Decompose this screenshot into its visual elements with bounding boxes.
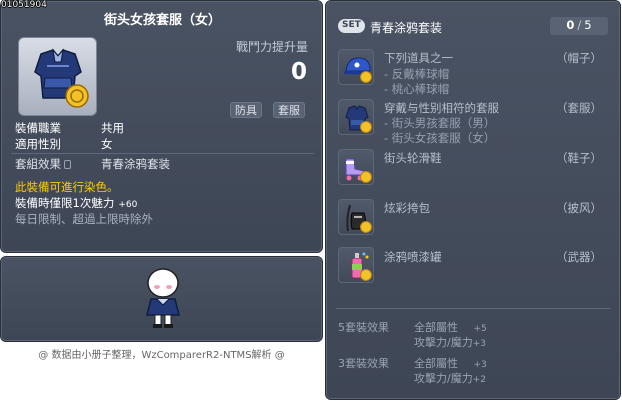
set-bonus-line: 全部屬性 +5: [414, 319, 487, 335]
lock-icon: [64, 160, 71, 169]
bonus-stat-value: +5: [473, 324, 487, 334]
set-slot-weapon: [338, 247, 374, 283]
set-count-total: 5: [584, 18, 592, 32]
job-row: 裝備職業 共用: [15, 120, 124, 136]
set-count: 0/5: [550, 17, 608, 35]
job-key: 裝備職業: [15, 121, 61, 135]
set-slot-suit: [338, 99, 374, 135]
gender-key: 適用性別: [15, 137, 61, 151]
footer-credit: @ 数据由小册子整理，WzComparerR2-NTMS解析 @: [38, 350, 285, 361]
bonus-stat-value: +2: [472, 375, 486, 385]
set-item-sub: - 街头女孩套服（女）: [384, 131, 496, 145]
set-item-name: 炫彩挎包: [384, 201, 430, 215]
charm-row: 裝備時僅限1次魅力 +60: [15, 195, 137, 211]
set-item-category: （套服）: [556, 101, 602, 115]
bonus-stat-value: +3: [472, 339, 486, 349]
bonus-stat-name: 攻擊力/魔力: [414, 336, 473, 349]
avatar-preview-panel: [0, 256, 323, 342]
set-bonus-label: 3套裝效果: [338, 357, 389, 370]
coin-icon: [360, 221, 372, 233]
tag-armor: 防具: [230, 102, 262, 118]
set-item-category: （披风）: [556, 201, 602, 215]
set-badge: SET: [338, 19, 365, 33]
dye-notice: 此裝備可進行染色。: [15, 180, 119, 194]
coin-icon: [360, 269, 372, 281]
set-bonus-line: 攻擊力/魔力+2: [414, 370, 486, 386]
set-item-sub: - 街头男孩套服（男）: [384, 116, 496, 130]
item-tooltip-panel: 街头女孩套服（女） 戰鬥力提升量 0 防具 套服 裝備職業 共用 適用性別 女 套組…: [0, 0, 323, 253]
gender-row: 適用性別 女: [15, 136, 113, 152]
set-item-category: （武器）: [556, 250, 602, 264]
job-value: 共用: [101, 121, 124, 135]
set-item-category: （帽子）: [556, 51, 602, 65]
charm-label: 裝備時僅限1次魅力: [15, 196, 115, 210]
set-item-name: 涂鸦喷漆罐: [384, 250, 442, 264]
set-info-panel: SET 青春涂鸦套装 0/5 下列道具之一 - 反戴棒球帽 - 桃心棒球帽 （帽…: [325, 0, 621, 400]
avatar: [146, 268, 180, 328]
set-item-sub: - 反戴棒球帽: [384, 67, 450, 81]
divider: [336, 308, 611, 309]
set-name: 青春涂鸦套装: [370, 21, 443, 35]
divider: [11, 153, 314, 154]
set-item-name: 下列道具之一: [384, 51, 453, 65]
bonus-stat-name: 全部屬性: [414, 357, 458, 370]
set-item-name: 穿戴与性别相符的套服: [384, 101, 499, 115]
set-item-name: 街头轮滑鞋: [384, 151, 442, 165]
set-bonus-label: 5套裝效果: [338, 321, 389, 334]
combat-power-label: 戰鬥力提升量: [235, 40, 308, 54]
gender-value: 女: [101, 137, 113, 151]
set-slot-cape: [338, 199, 374, 235]
set-bonus-line: 攻擊力/魔力+3: [414, 334, 486, 350]
set-item-sub: - 桃心棒球帽: [384, 82, 450, 96]
set-effect-key: 套組效果: [15, 157, 61, 171]
coin-icon: [360, 121, 372, 133]
outfit-icon: [34, 48, 89, 108]
coin-icon: [360, 71, 372, 83]
charm-value: +60: [118, 200, 138, 210]
item-id-label: 01051904: [1, 0, 47, 10]
item-title: 街头女孩套服（女）: [103, 13, 221, 28]
set-slot-shoes: [338, 149, 374, 185]
tag-suit: 套服: [273, 102, 305, 118]
bonus-stat-name: 全部屬性: [414, 321, 458, 334]
set-effect-value: 青春涂鸦套装: [101, 157, 170, 171]
limit-notice: 每日限制、超過上限時除外: [15, 212, 153, 226]
coin-icon: [360, 171, 372, 183]
bonus-stat-name: 攻擊力/魔力: [414, 372, 473, 385]
set-effect-row: 套組效果 青春涂鸦套装: [15, 156, 170, 172]
set-item-category: （鞋子）: [556, 151, 602, 165]
bonus-stat-value: +3: [473, 360, 487, 370]
set-bonus-line: 全部屬性 +3: [414, 355, 487, 371]
combat-power-value: 0: [290, 59, 307, 85]
set-count-current: 0: [566, 18, 575, 32]
item-icon-frame: [18, 37, 97, 116]
set-slot-hat: [338, 49, 374, 85]
